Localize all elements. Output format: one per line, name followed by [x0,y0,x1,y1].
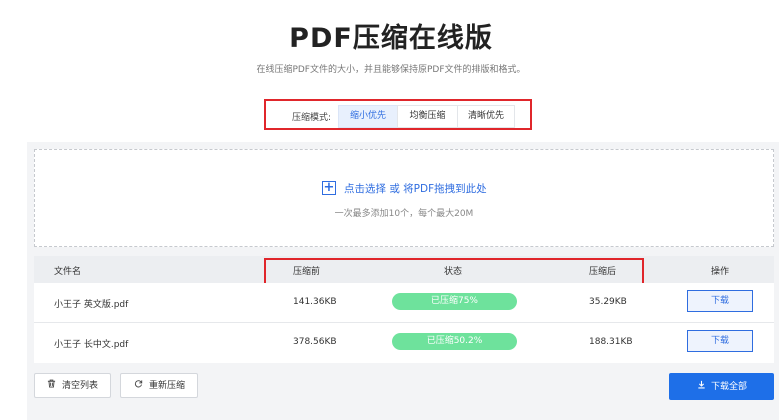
download-button[interactable]: 下载 [687,290,753,312]
compression-mode-selector: 压缩模式: 缩小优先 均衡压缩 清晰优先 [264,99,532,130]
compression-mode-label: 压缩模式: [292,113,332,123]
mode-option-smallest[interactable]: 缩小优先 [338,105,398,128]
upload-dropzone[interactable]: + 点击选择 或 将PDF拖拽到此处 一次最多添加10个，每个最大20M [34,149,774,247]
table-row: 小王子 英文版.pdf 141.36KB 已压缩75% 35.29KB 下载 [34,283,774,323]
mode-option-balanced[interactable]: 均衡压缩 [397,105,458,128]
status-badge: 已压缩50.2% [392,333,517,350]
header-action: 操作 [711,267,730,277]
page-subtitle: 在线压缩PDF文件的大小，并且能够保持原PDF文件的排版和格式。 [256,65,526,75]
download-icon [696,373,708,400]
download-all-button[interactable]: 下载全部 [669,373,774,400]
mode-option-clarity[interactable]: 清晰优先 [457,105,515,128]
table-row: 小王子 长中文.pdf 378.56KB 已压缩50.2% 188.31KB 下… [34,323,774,363]
status-badge: 已压缩75% [392,293,517,310]
trash-icon [47,374,59,397]
refresh-icon [134,374,146,397]
file-name: 小王子 英文版.pdf [54,300,129,310]
clear-list-label: 清空列表 [62,381,99,391]
recompress-label: 重新压缩 [149,381,186,391]
recompress-button[interactable]: 重新压缩 [120,373,198,398]
highlight-annotation [264,258,644,285]
clear-list-button[interactable]: 清空列表 [34,373,111,398]
download-all-label: 下载全部 [710,382,747,392]
size-after: 188.31KB [589,337,633,347]
upload-prompt[interactable]: 点击选择 或 将PDF拖拽到此处 [344,181,487,196]
size-after: 35.29KB [589,297,627,307]
download-button[interactable]: 下载 [687,330,753,352]
header-filename: 文件名 [54,267,82,277]
page-title: PDF压缩在线版 [289,23,493,54]
size-before: 378.56KB [293,337,337,347]
plus-icon[interactable]: + [322,181,336,195]
upload-hint: 一次最多添加10个，每个最大20M [334,209,474,219]
file-name: 小王子 长中文.pdf [54,340,129,350]
size-before: 141.36KB [293,297,337,307]
